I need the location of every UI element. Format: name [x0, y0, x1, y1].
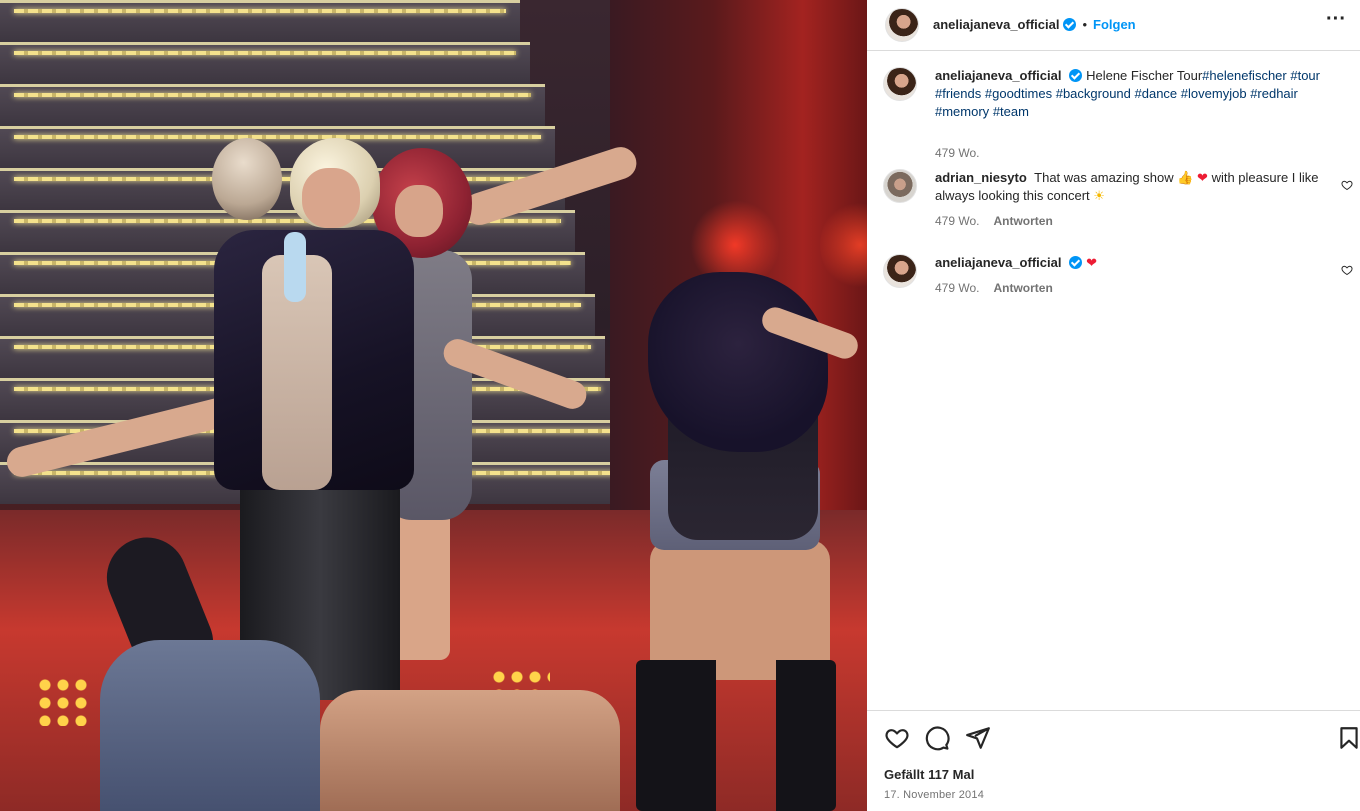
likes-count[interactable]: Gefällt 117 Mal [884, 767, 974, 782]
author-block: aneliajaneva_official • Folgen [933, 16, 1136, 34]
reply-button[interactable]: Antworten [993, 214, 1052, 228]
singer-face [302, 168, 360, 228]
floor-lights [36, 676, 92, 726]
red-heart-icon: ❤ [1197, 170, 1208, 185]
comment-like-heart-icon[interactable] [1341, 264, 1353, 276]
caption-avatar[interactable] [883, 67, 917, 101]
hashtag-link[interactable]: #goodtimes [985, 86, 1052, 101]
reply-button[interactable]: Antworten [993, 281, 1052, 295]
bookmark-icon[interactable] [1336, 725, 1360, 751]
dancer-dark-hair [648, 272, 828, 452]
comment-meta: 479 Wo. Antworten [935, 281, 1053, 295]
dancer-face [395, 185, 443, 237]
post-date[interactable]: 17. November 2014 [884, 789, 984, 801]
author-avatar[interactable] [885, 8, 919, 42]
hashtag-link[interactable]: #memory [935, 104, 989, 119]
comment-text: adrian_niesyto That was amazing show 👍 ❤… [935, 169, 1325, 205]
caption-text: aneliajaneva_official Helene Fischer Tou… [935, 67, 1325, 121]
hashtag-link[interactable]: #team [993, 104, 1029, 119]
microphone [284, 232, 306, 302]
follow-button[interactable]: Folgen [1093, 17, 1136, 32]
comments-list: aneliajaneva_official Helene Fischer Tou… [867, 51, 1360, 710]
comment-body: That was amazing show [1034, 170, 1174, 185]
caption-age[interactable]: 479 Wo. [935, 146, 979, 160]
caption-body: Helene Fischer Tour [1086, 68, 1203, 83]
heart-icon[interactable] [884, 725, 910, 751]
comment-meta: 479 Wo. Antworten [935, 214, 1053, 228]
dancer-legs [650, 540, 830, 680]
author-username[interactable]: aneliajaneva_official [933, 17, 1059, 32]
comment-icon[interactable] [924, 725, 950, 751]
caption-meta: 479 Wo. [935, 146, 979, 160]
thumbs-up-icon: 👍 [1177, 170, 1194, 185]
post-photo[interactable] [0, 0, 867, 811]
caption: aneliajaneva_official Helene Fischer Tou… [883, 67, 1353, 160]
verified-badge-icon [1063, 18, 1077, 31]
post-actions: Gefällt 117 Mal 17. November 2014 [867, 710, 1360, 811]
sun-icon: ☀ [1093, 188, 1105, 203]
caption-username[interactable]: aneliajaneva_official [935, 68, 1061, 83]
comment-item: aneliajaneva_official ❤ 479 Wo. Antworten [883, 254, 1353, 304]
hashtag-link[interactable]: #background [1056, 86, 1131, 101]
dancer-head [212, 138, 282, 220]
comment-age[interactable]: 479 Wo. [935, 214, 979, 228]
commenter-username[interactable]: aneliajaneva_official [935, 255, 1061, 270]
floor-dancer [320, 690, 620, 811]
comment-like-heart-icon[interactable] [1341, 179, 1353, 191]
commenter-avatar[interactable] [883, 169, 917, 203]
comment-item: adrian_niesyto That was amazing show 👍 ❤… [883, 169, 1353, 229]
post-header: aneliajaneva_official • Folgen ··· [867, 0, 1360, 51]
separator-dot: • [1082, 17, 1088, 32]
verified-badge-icon [1069, 69, 1083, 82]
hashtag-link[interactable]: #tour [1290, 68, 1320, 83]
hashtag-link[interactable]: #dance [1135, 86, 1178, 101]
share-icon[interactable] [965, 725, 991, 751]
comment-text: aneliajaneva_official ❤ [935, 254, 1325, 272]
more-options-icon[interactable]: ··· [1326, 8, 1346, 31]
hashtag-link[interactable]: #redhair [1250, 86, 1298, 101]
red-heart-icon: ❤ [1086, 255, 1097, 270]
hashtag-link[interactable]: #helenefischer [1202, 68, 1287, 83]
floor-dancer [100, 640, 320, 811]
hashtag-link[interactable]: #lovemyjob [1181, 86, 1247, 101]
commenter-username[interactable]: adrian_niesyto [935, 170, 1027, 185]
verified-badge-icon [1069, 256, 1083, 269]
post-side-panel: aneliajaneva_official • Folgen ··· aneliaj… [867, 0, 1360, 811]
hashtag-link[interactable]: #friends [935, 86, 981, 101]
dancer-boots [636, 660, 836, 811]
comment-age[interactable]: 479 Wo. [935, 281, 979, 295]
commenter-avatar[interactable] [883, 254, 917, 288]
